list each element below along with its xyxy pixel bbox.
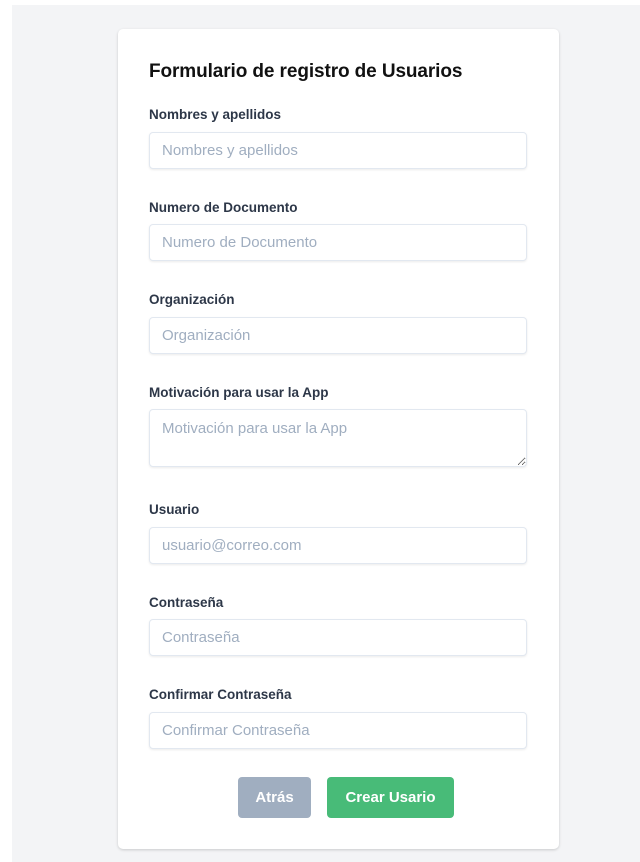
document-number-label: Numero de Documento — [149, 200, 298, 215]
confirm-password-input[interactable] — [149, 712, 527, 749]
registration-form-card: Formulario de registro de Usuarios Nombr… — [118, 29, 559, 849]
form-title: Formulario de registro de Usuarios — [149, 61, 463, 82]
full-name-input[interactable] — [149, 132, 527, 169]
back-button[interactable]: Atrás — [238, 777, 311, 818]
organization-label: Organización — [149, 292, 235, 307]
document-number-input[interactable] — [149, 224, 527, 261]
password-label: Contraseña — [149, 595, 224, 610]
confirm-password-label: Confirmar Contraseña — [149, 687, 292, 702]
organization-input[interactable] — [149, 317, 527, 354]
password-input[interactable] — [149, 619, 527, 656]
full-name-label: Nombres y apellidos — [149, 107, 282, 122]
create-user-button[interactable]: Crear Usario — [327, 777, 454, 818]
motivation-textarea[interactable] — [149, 409, 527, 467]
username-label: Usuario — [149, 502, 200, 517]
username-input[interactable] — [149, 527, 527, 564]
motivation-label: Motivación para usar la App — [149, 385, 329, 400]
